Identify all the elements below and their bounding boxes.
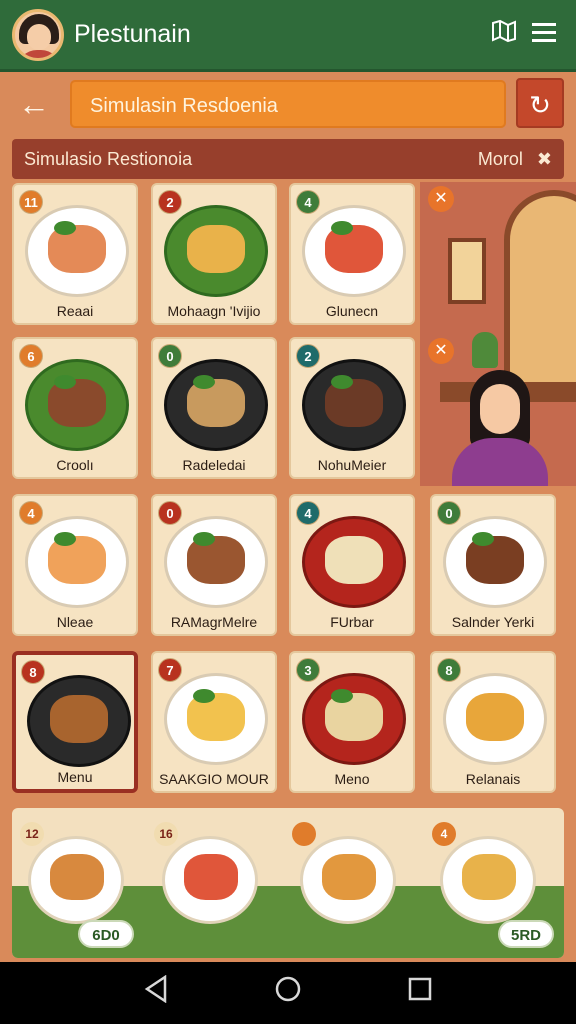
dish-label: Croolı [56, 457, 94, 473]
menu-card[interactable]: 0 RAMagrMelre [151, 494, 277, 636]
dish-label: RAMagrMelre [170, 614, 258, 630]
dish-image [462, 854, 516, 900]
top-app-bar: Plestunain [0, 0, 576, 72]
refresh-button[interactable]: ↻ [516, 78, 564, 128]
host-character[interactable] [448, 370, 552, 486]
avatar[interactable] [12, 8, 64, 61]
tray-dish[interactable]: 12 [20, 822, 130, 924]
search-row: ← Simulasin Resdoenia ↻ [0, 78, 576, 132]
search-input[interactable]: Simulasin Resdoenia [70, 80, 506, 128]
tray-dish[interactable] [292, 822, 402, 924]
dish-badge: 8 [437, 658, 461, 682]
dish-badge: 4 [432, 822, 456, 846]
dish-label: FUrbar [330, 614, 374, 630]
dish-badge: 16 [154, 822, 178, 846]
left-count-pill[interactable]: 6D0 [78, 920, 134, 948]
dish-label: Meno [334, 771, 370, 787]
dish-label: Radeledai [182, 457, 246, 473]
dish-image [50, 695, 108, 743]
dish-image [184, 854, 238, 900]
restaurant-scene: ✕ ✕ [420, 182, 576, 486]
dish-image [466, 693, 524, 741]
menu-card-selected[interactable]: 8 Menu [12, 651, 138, 793]
app-title: Plestunain [74, 20, 191, 48]
dish-badge: 8 [21, 660, 45, 684]
dish-label: Nleae [56, 614, 94, 630]
menu-card[interactable]: 0 Radeledai [151, 337, 277, 479]
order-tray: 12 16 4 6D0 5RD [12, 808, 564, 958]
dish-label: Glunecn [325, 303, 379, 319]
dish-badge: 0 [158, 344, 182, 368]
menu-card[interactable]: 4 Glunecn [289, 183, 415, 325]
system-nav-bar [0, 962, 576, 1024]
nav-back-icon[interactable] [126, 974, 186, 1011]
dish-image [322, 854, 376, 900]
menu-card[interactable]: 8 Relanais [430, 651, 556, 793]
close-icon[interactable]: ✕ [428, 186, 454, 212]
dish-badge: 11 [19, 190, 43, 214]
dish-badge [292, 822, 316, 846]
mode-label[interactable]: Morol [478, 149, 523, 170]
nav-recents-icon[interactable] [390, 976, 450, 1010]
dish-image [50, 854, 104, 900]
dish-image [187, 225, 245, 273]
dish-badge: 3 [296, 658, 320, 682]
menu-card[interactable]: 11 Reaai [12, 183, 138, 325]
menu-card[interactable]: 6 Croolı [12, 337, 138, 479]
dish-label: Menu [57, 769, 93, 785]
dish-badge: 12 [20, 822, 44, 846]
hamburger-menu-icon[interactable] [524, 19, 564, 50]
menu-card[interactable]: 3 Meno [289, 651, 415, 793]
dish-badge: 4 [296, 190, 320, 214]
dish-label: Relanais [465, 771, 521, 787]
map-icon[interactable] [484, 19, 524, 50]
dish-label: Mohaagn 'Ivijio [167, 303, 261, 319]
dish-badge: 4 [19, 501, 43, 525]
menu-card[interactable]: 4 Nleae [12, 494, 138, 636]
wall-picture [448, 238, 486, 304]
tray-dish[interactable]: 16 [154, 822, 264, 924]
dish-image [325, 536, 383, 584]
dish-badge: 2 [158, 190, 182, 214]
section-header: Simulasio Restionoia Morol ✖ [12, 139, 564, 179]
refresh-icon: ↻ [529, 90, 551, 120]
dish-badge: 4 [296, 501, 320, 525]
dish-badge: 7 [158, 658, 182, 682]
nav-home-icon[interactable] [258, 975, 318, 1011]
menu-card[interactable]: 2 NohuMeier [289, 337, 415, 479]
right-count-pill[interactable]: 5RD [498, 920, 554, 948]
dish-badge: 2 [296, 344, 320, 368]
menu-card[interactable]: 7 SAAKGIO MOUR [151, 651, 277, 793]
section-title: Simulasio Restionoia [24, 148, 193, 169]
dish-badge: 0 [437, 501, 461, 525]
menu-card[interactable]: 2 Mohaagn 'Ivijio [151, 183, 277, 325]
dish-badge: 6 [19, 344, 43, 368]
dish-label: SAAKGIO MOUR [159, 771, 269, 787]
menu-card[interactable]: 0 Salnder Yerki [430, 494, 556, 636]
tray-dish[interactable]: 4 [432, 822, 542, 924]
dish-label: Salnder Yerki [451, 614, 535, 630]
back-arrow-icon[interactable]: ← [14, 84, 54, 124]
dish-label: NohuMeier [317, 457, 387, 473]
arched-window [504, 190, 576, 390]
potted-plant [472, 332, 498, 368]
dish-badge: 0 [158, 501, 182, 525]
menu-card[interactable]: 4 FUrbar [289, 494, 415, 636]
close-icon[interactable]: ✕ [428, 338, 454, 364]
dish-label: Reaai [56, 303, 94, 319]
tools-icon[interactable]: ✖ [537, 149, 552, 170]
